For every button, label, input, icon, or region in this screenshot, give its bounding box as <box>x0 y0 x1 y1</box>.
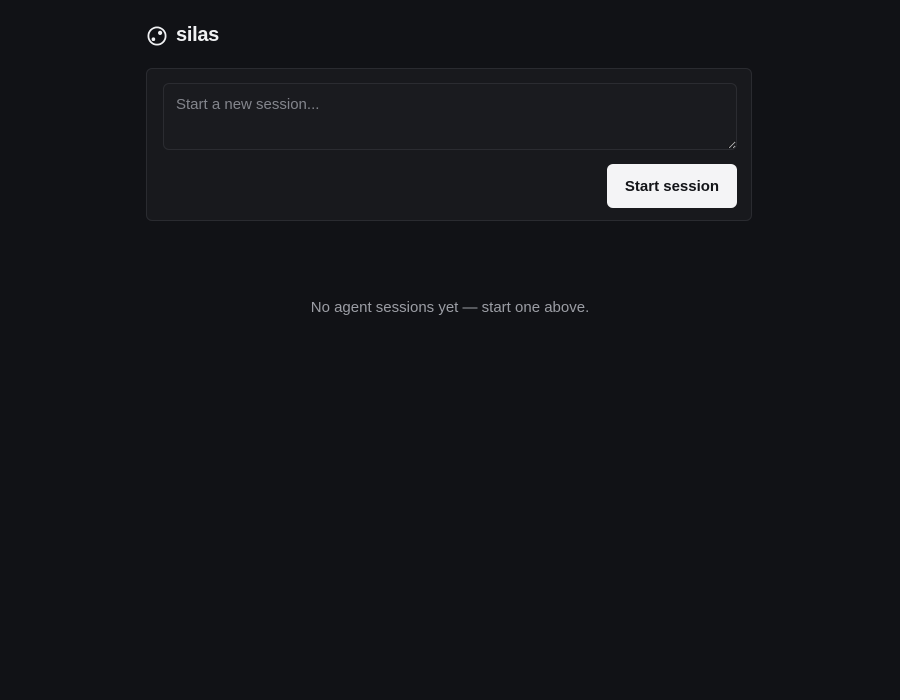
app-header: silas <box>147 24 219 47</box>
start-session-button[interactable]: Start session <box>607 164 737 208</box>
session-composer: Start session <box>146 68 752 221</box>
brand-name: silas <box>176 24 219 46</box>
orbit-logo-icon <box>147 25 167 46</box>
empty-sessions-message: No agent sessions yet — start one above. <box>310 299 590 316</box>
session-prompt-input[interactable] <box>163 83 737 150</box>
